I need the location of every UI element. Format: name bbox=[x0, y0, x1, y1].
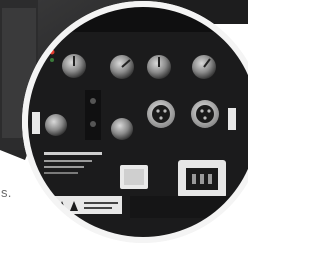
photo-scene: s. bbox=[0, 0, 264, 260]
caption-text: s. bbox=[1, 185, 12, 200]
amplifier-panel-photo bbox=[0, 0, 264, 243]
side-handle bbox=[32, 112, 40, 134]
led-indicator-green bbox=[50, 58, 54, 62]
side-handle-right bbox=[228, 108, 236, 130]
knob-5 bbox=[45, 114, 67, 136]
knob-6 bbox=[111, 118, 133, 140]
